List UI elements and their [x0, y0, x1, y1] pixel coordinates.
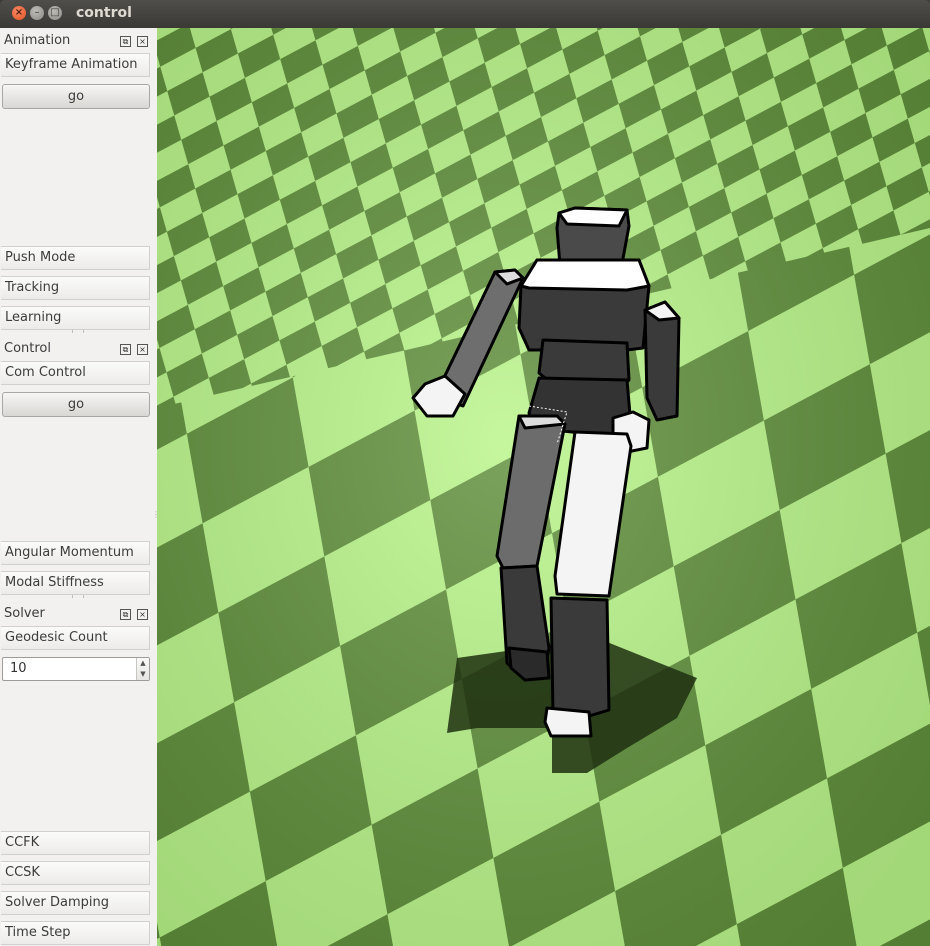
push-mode-label: Push Mode: [5, 250, 76, 265]
ccsk-header[interactable]: CCSK: [1, 861, 150, 885]
ccfk-header[interactable]: CCFK: [1, 831, 150, 855]
dock-splitter-handle[interactable]: [72, 330, 84, 333]
modal-stiffness-header[interactable]: Modal Stiffness: [1, 571, 150, 595]
ccsk-label: CCSK: [5, 865, 40, 880]
float-icon[interactable]: ⧉: [120, 609, 131, 620]
time-step-label: Time Step: [5, 925, 71, 940]
control-go-button[interactable]: go: [2, 392, 150, 417]
window-title: control: [76, 5, 132, 21]
learning-header[interactable]: Learning: [1, 306, 150, 330]
dock-splitter-handle[interactable]: [72, 595, 84, 598]
control-dock-label: Control: [4, 341, 51, 356]
solver-dock-title: Solver ⧉ ×: [0, 603, 155, 625]
spinbox-arrows[interactable]: ▲ ▼: [136, 658, 149, 680]
3d-viewport[interactable]: [157, 28, 930, 946]
push-mode-header[interactable]: Push Mode: [1, 246, 150, 270]
float-icon[interactable]: ⧉: [120, 36, 131, 47]
ccfk-label: CCFK: [5, 835, 40, 850]
window-close-icon[interactable]: ×: [12, 6, 26, 20]
solver-damping-label: Solver Damping: [5, 895, 109, 910]
time-step-header[interactable]: Time Step: [1, 921, 150, 945]
control-dock-title: Control ⧉ ×: [0, 338, 155, 360]
animation-go-label: go: [67, 89, 85, 104]
geodesic-count-header[interactable]: Geodesic Count: [1, 626, 150, 650]
animation-dock-title: Animation ⧉ ×: [0, 30, 155, 52]
window-minimize-icon[interactable]: –: [30, 6, 44, 20]
dock-close-icon[interactable]: ×: [137, 609, 148, 620]
angular-momentum-header[interactable]: Angular Momentum: [1, 541, 150, 565]
window-titlebar: × – □ control: [0, 0, 930, 28]
control-go-label: go: [67, 397, 85, 412]
spin-up-icon[interactable]: ▲: [137, 658, 149, 669]
geodesic-count-label: Geodesic Count: [5, 630, 108, 645]
animation-dock-label: Animation: [4, 33, 71, 48]
window-maximize-icon[interactable]: □: [48, 6, 62, 20]
keyframe-animation-label: Keyframe Animation: [5, 57, 138, 72]
angular-momentum-label: Angular Momentum: [5, 545, 134, 560]
keyframe-animation-header[interactable]: Keyframe Animation: [1, 53, 150, 77]
geodesic-count-value: 10: [10, 661, 27, 676]
scene-canvas: [157, 28, 930, 946]
solver-dock-label: Solver: [4, 606, 45, 621]
animation-go-button[interactable]: go: [2, 84, 150, 109]
tracking-label: Tracking: [5, 280, 60, 295]
com-control-header[interactable]: Com Control: [1, 361, 150, 385]
float-icon[interactable]: ⧉: [120, 344, 131, 355]
dock-close-icon[interactable]: ×: [137, 344, 148, 355]
learning-label: Learning: [5, 310, 62, 325]
modal-stiffness-label: Modal Stiffness: [5, 575, 104, 590]
geodesic-count-spinbox[interactable]: 10 ▲ ▼: [2, 657, 150, 681]
solver-damping-header[interactable]: Solver Damping: [1, 891, 150, 915]
dock-close-icon[interactable]: ×: [137, 36, 148, 47]
dock-panel: Animation ⧉ × Keyframe Animation go Push…: [0, 28, 160, 946]
tracking-header[interactable]: Tracking: [1, 276, 150, 300]
spin-down-icon[interactable]: ▼: [137, 669, 149, 680]
com-control-label: Com Control: [5, 365, 86, 380]
